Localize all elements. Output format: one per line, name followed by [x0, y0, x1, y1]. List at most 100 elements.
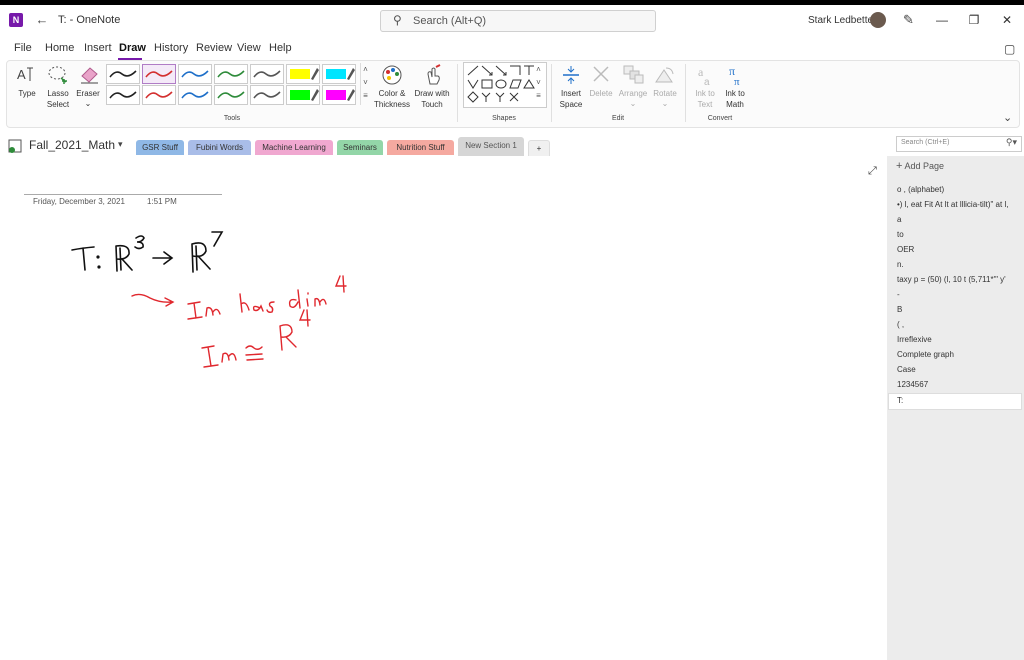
restore-button[interactable]: ❐	[964, 12, 984, 28]
color-palette-icon	[381, 64, 403, 86]
pen-swatch[interactable]	[142, 64, 176, 84]
page-list-item[interactable]: -	[897, 290, 1019, 299]
page-title-line[interactable]	[24, 194, 222, 195]
search-placeholder: Search (Alt+Q)	[413, 15, 487, 27]
ribbon-divider	[685, 64, 686, 122]
arrange-icon	[622, 64, 644, 84]
page-list-item[interactable]: o , (alphabet)	[897, 185, 1019, 194]
pen-swatch[interactable]	[250, 64, 284, 84]
ink-line-2	[131, 275, 347, 320]
search-icon: ⚲▾	[1005, 137, 1017, 147]
lasso-select-icon	[47, 64, 69, 84]
expand-icon[interactable]: ⤢	[868, 165, 877, 178]
pen-swatch[interactable]	[178, 64, 212, 84]
menu-review[interactable]: Review	[196, 42, 232, 54]
shapes-gallery-scroll[interactable]: ˄ ˅ ≡	[534, 63, 543, 105]
pen-gallery-scroll[interactable]: ˄ ˅ ≡	[360, 63, 370, 105]
pen-swatch[interactable]	[322, 64, 356, 84]
page-list-item[interactable]: Irreflexive	[897, 335, 1019, 344]
pen-swatch[interactable]	[214, 64, 248, 84]
minimize-button[interactable]: —	[932, 12, 952, 28]
page-list-item[interactable]: Case	[897, 365, 1019, 374]
sticky-notes-icon[interactable]: ▢	[1004, 42, 1015, 56]
handwritten-ink[interactable]	[60, 220, 360, 380]
add-page-button[interactable]: + Add Page	[896, 160, 944, 172]
pen-swatch[interactable]	[106, 64, 140, 84]
pen-feedback-icon[interactable]: ✎	[903, 12, 914, 28]
add-section-button[interactable]: +	[528, 140, 550, 157]
user-name[interactable]: Stark Ledbetter	[808, 15, 876, 26]
page-list-item[interactable]: Complete graph	[897, 350, 1019, 359]
ink-to-math-icon: ππ	[724, 64, 746, 88]
pen-swatch[interactable]	[322, 85, 356, 105]
color-thickness-button[interactable]: Color & Thickness	[372, 88, 412, 110]
back-icon[interactable]: ←	[34, 12, 50, 28]
pen-swatch[interactable]	[286, 64, 320, 84]
rotate-dropdown-chevron-icon[interactable]: ⌄	[657, 98, 673, 109]
tab-machine-learning[interactable]: Machine Learning	[255, 140, 333, 155]
delete-icon	[592, 65, 610, 83]
collapse-ribbon-chevron-icon[interactable]: ⌄	[1003, 111, 1012, 124]
pen-swatch[interactable]	[214, 85, 248, 105]
convert-group-label: Convert	[707, 115, 733, 122]
add-icon: +	[896, 160, 903, 172]
menu-file[interactable]: File	[14, 42, 32, 54]
delete-button[interactable]: Delete	[585, 88, 617, 99]
tab-gsr-stuff[interactable]: GSR Stuff	[136, 140, 184, 155]
menu-draw[interactable]: Draw	[119, 42, 146, 54]
page-list-item[interactable]: to	[897, 230, 1019, 239]
pen-swatch[interactable]	[142, 85, 176, 105]
ink-to-math-button[interactable]: Ink to Math	[719, 88, 751, 110]
tab-seminars[interactable]: Seminars	[337, 140, 383, 155]
search-icon: ⚲	[393, 13, 402, 27]
pen-swatch[interactable]	[178, 85, 212, 105]
page-list-item[interactable]: a	[897, 215, 1019, 224]
page-list-item[interactable]: n.	[897, 260, 1019, 269]
pen-swatch[interactable]	[286, 85, 320, 105]
eraser-dropdown-chevron-icon[interactable]: ⌄	[80, 98, 96, 109]
shapes-group-label: Shapes	[492, 115, 516, 122]
rotate-icon	[654, 64, 676, 84]
ink-line-1	[71, 231, 224, 273]
menu-insert[interactable]: Insert	[84, 42, 112, 54]
search-notebooks-input[interactable]: Search (Ctrl+E) ⚲▾	[896, 136, 1022, 152]
svg-text:a: a	[704, 77, 710, 86]
arrange-dropdown-chevron-icon[interactable]: ⌄	[625, 98, 641, 109]
page-list-item[interactable]: 1234567	[897, 380, 1019, 389]
ink-line-3	[201, 309, 311, 368]
type-button[interactable]: Type	[12, 88, 42, 99]
notebook-dropdown-icon[interactable]: ▾	[118, 139, 123, 150]
add-page-label: Add Page	[904, 161, 944, 171]
search-input[interactable]: ⚲ Search (Alt+Q)	[380, 10, 656, 32]
insert-space-button[interactable]: Insert Space	[555, 88, 587, 110]
avatar[interactable]	[870, 12, 886, 28]
menu-home[interactable]: Home	[45, 42, 74, 54]
ink-to-text-button[interactable]: Ink to Text	[689, 88, 721, 110]
page-date: Friday, December 3, 2021	[33, 197, 125, 206]
ink-to-text-icon: aa	[694, 64, 716, 88]
notebook-name[interactable]: Fall_2021_Math	[29, 138, 115, 152]
page-list-item[interactable]: •) l, eat Fit At lt at lllicia-tilt)" at…	[897, 200, 1019, 209]
page-list-item[interactable]: OER	[897, 245, 1019, 254]
top-strip	[0, 0, 1024, 5]
pen-swatch[interactable]	[250, 85, 284, 105]
draw-with-touch-button[interactable]: Draw with Touch	[412, 88, 452, 110]
search-notebooks-placeholder: Search (Ctrl+E)	[901, 139, 950, 146]
page-time: 1:51 PM	[147, 197, 177, 206]
tab-nutrition-stuff[interactable]: Nutrition Stuff	[387, 140, 454, 155]
window-title: T: - OneNote	[58, 14, 121, 26]
menu-help[interactable]: Help	[269, 42, 292, 54]
close-button[interactable]: ✕	[997, 12, 1017, 28]
menu-history[interactable]: History	[154, 42, 188, 54]
pen-swatch[interactable]	[106, 85, 140, 105]
page-list-item[interactable]: B	[897, 305, 1019, 314]
edit-group-label: Edit	[611, 115, 625, 122]
insert-space-icon	[561, 64, 581, 86]
menu-view[interactable]: View	[237, 42, 261, 54]
tab-fubini-words[interactable]: Fubini Words	[188, 140, 251, 155]
lasso-select-button[interactable]: Lasso Select	[42, 88, 74, 110]
notebook-icon[interactable]	[8, 139, 24, 153]
page-list-item[interactable]: ( ,	[897, 320, 1019, 329]
page-list-item[interactable]: taxy p = (50) (l, 10 t (5,711*'" y'	[897, 275, 1019, 284]
tab-new-section-1[interactable]: New Section 1	[458, 137, 524, 156]
